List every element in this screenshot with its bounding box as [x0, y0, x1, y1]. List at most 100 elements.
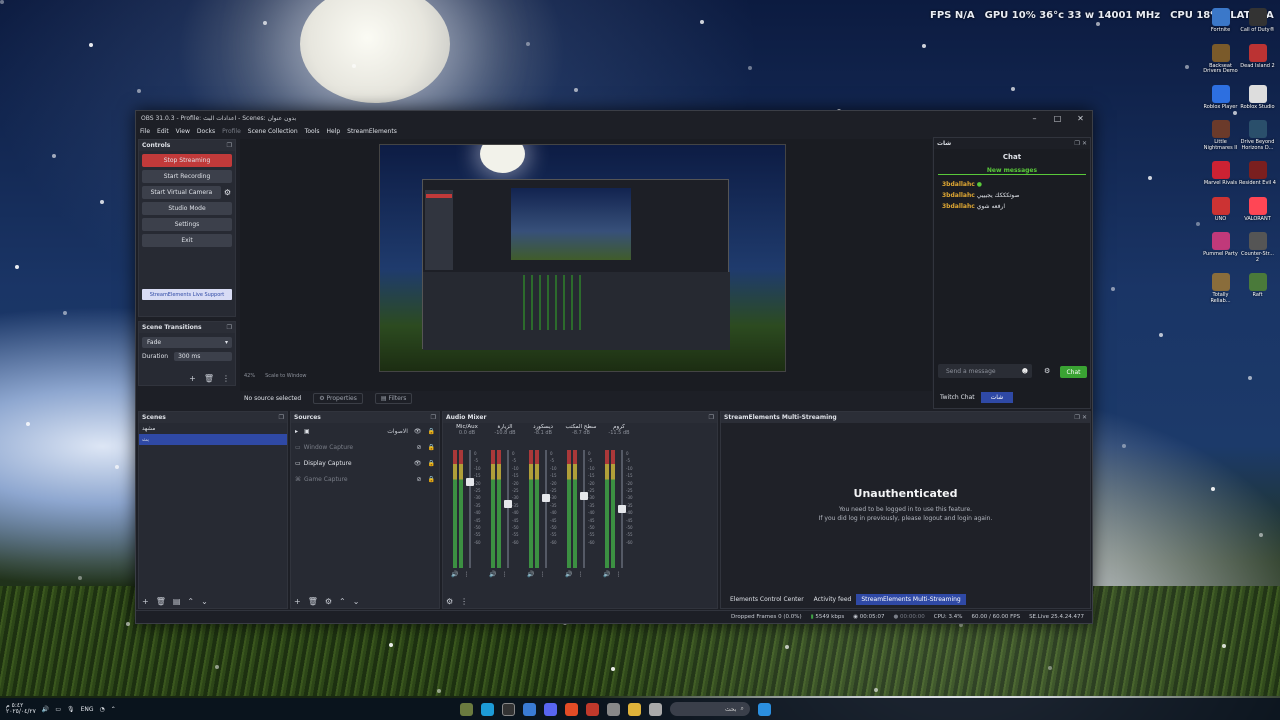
volume-fader[interactable]	[542, 450, 550, 568]
language-indicator[interactable]: ENG	[81, 706, 94, 713]
tab-elements-control-center[interactable]: Elements Control Center	[725, 594, 809, 605]
desktop-icon[interactable]: UNO	[1202, 196, 1239, 223]
menu-docks[interactable]: Docks	[197, 128, 215, 135]
up-icon[interactable]: ⌃	[339, 597, 346, 606]
transition-select[interactable]: Fade ▾	[142, 337, 232, 348]
windows-start-icon[interactable]	[757, 702, 771, 716]
properties-button[interactable]: ⚙ Properties	[313, 392, 363, 404]
tab-activity-feed[interactable]: Activity feed	[809, 594, 857, 605]
menu-view[interactable]: View	[176, 128, 190, 135]
desktop-icon[interactable]: Marvel Rivals	[1202, 161, 1239, 187]
browser-icon[interactable]	[564, 702, 578, 716]
dock-float-icon[interactable]: ❐	[227, 142, 232, 149]
desktop-icon[interactable]: Raft	[1239, 273, 1276, 304]
menu-edit[interactable]: Edit	[157, 128, 169, 135]
desktop-icon[interactable]: Drive Beyond Horizons D...	[1239, 120, 1276, 151]
volume-fader[interactable]	[466, 450, 474, 568]
trash-icon[interactable]: 🗑	[204, 374, 214, 383]
desktop-icon[interactable]: Backseat Drivers Demo	[1202, 43, 1239, 75]
add-icon[interactable]: +	[142, 597, 149, 606]
tab-twitch-chat[interactable]: Twitch Chat	[934, 392, 981, 403]
volume-icon[interactable]: 🔊	[42, 706, 49, 713]
more-icon[interactable]: ⋮	[222, 374, 230, 383]
desktop-icon[interactable]: Little Nightmares II	[1202, 120, 1239, 151]
desktop-icon[interactable]: Pummel Party	[1202, 232, 1239, 263]
scale-mode[interactable]: Scale to Window	[265, 373, 306, 379]
maximize-icon[interactable]: □	[1046, 114, 1069, 123]
add-icon[interactable]: +	[189, 374, 196, 383]
start-recording-button[interactable]: Start Recording	[142, 170, 232, 183]
mixer-settings-icon[interactable]: ⚙	[446, 597, 453, 606]
more-icon[interactable]: ⋮	[460, 597, 468, 606]
volume-fader[interactable]	[580, 450, 588, 568]
speaker-icon[interactable]: 🔊	[527, 571, 534, 578]
telegram-icon[interactable]	[480, 702, 494, 716]
source-item[interactable]: ⌘ Game Capture ⊘ 🔒	[291, 471, 439, 487]
tab-multi-streaming[interactable]: StreamElements Multi-Streaming	[856, 594, 966, 605]
desktop-icon[interactable]: Totally Reliab...	[1202, 273, 1239, 304]
scene-item-selected[interactable]: بث	[139, 434, 287, 445]
more-icon[interactable]: ⋮	[615, 571, 621, 578]
tab-chat[interactable]: شات	[980, 392, 1014, 403]
speaker-icon[interactable]: 🔊	[603, 571, 610, 578]
speaker-icon[interactable]: 🔊	[451, 571, 458, 578]
app-icon[interactable]	[648, 702, 662, 716]
down-icon[interactable]: ⌄	[201, 597, 208, 606]
app-icon[interactable]	[606, 702, 620, 716]
close-icon[interactable]: ✕	[1069, 114, 1092, 123]
network-icon[interactable]: ▭	[55, 706, 61, 713]
source-item[interactable]: ▭ Display Capture 👁 🔒	[291, 455, 439, 471]
source-item[interactable]: ▭ Window Capture ⊘ 🔒	[291, 439, 439, 455]
source-item[interactable]: ▸ ▣ الاصوات 👁 🔒	[291, 423, 439, 439]
chrome-icon[interactable]	[522, 702, 536, 716]
live-support-button[interactable]: StreamElements Live Support	[142, 289, 232, 300]
emoji-icon[interactable]: ☻	[1022, 368, 1028, 375]
stop-streaming-button[interactable]: Stop Streaming	[142, 154, 232, 167]
desktop-icon[interactable]: Dead Island 2	[1239, 43, 1276, 75]
filters-button[interactable]: ▤ Filters	[374, 392, 413, 404]
speaker-icon[interactable]: 🔊	[565, 571, 572, 578]
app-icon[interactable]	[459, 702, 473, 716]
scene-item[interactable]: مشهد	[139, 423, 287, 434]
desktop-icon[interactable]: Fortnite	[1202, 8, 1239, 34]
up-icon[interactable]: ⌃	[187, 597, 194, 606]
trash-icon[interactable]: 🗑	[308, 597, 318, 606]
dock-close-icon[interactable]: ❐ ✕	[1075, 140, 1088, 147]
more-icon[interactable]: ⋮	[539, 571, 545, 578]
dock-float-icon[interactable]: ❐	[709, 414, 714, 421]
more-icon[interactable]: ⋮	[463, 571, 469, 578]
desktop-icon[interactable]: Roblox Studio	[1239, 84, 1276, 111]
desktop-icon[interactable]: Counter-Str... 2	[1239, 232, 1276, 263]
desktop-icon[interactable]: Call of Duty®	[1239, 8, 1276, 34]
obs-icon[interactable]	[501, 702, 515, 716]
settings-button[interactable]: Settings	[142, 218, 232, 231]
chevron-up-icon[interactable]: ⌃	[111, 706, 116, 713]
discord-icon[interactable]	[543, 702, 557, 716]
mic-icon[interactable]: 🎙	[67, 706, 75, 713]
desktop-icon[interactable]: Resident Evil 4	[1239, 161, 1276, 187]
minimize-icon[interactable]: –	[1023, 114, 1046, 123]
exit-button[interactable]: Exit	[142, 234, 232, 247]
menu-help[interactable]: Help	[326, 128, 340, 135]
dock-float-icon[interactable]: ❐	[227, 324, 232, 331]
search-box[interactable]: بحث ⌕	[669, 702, 750, 716]
trash-icon[interactable]: 🗑	[156, 597, 166, 606]
wifi-icon[interactable]: ◔	[100, 706, 105, 713]
dock-float-icon[interactable]: ❐	[431, 414, 436, 421]
down-icon[interactable]: ⌄	[353, 597, 360, 606]
duration-input[interactable]: 300 ms	[174, 352, 232, 361]
clock[interactable]: ٥:٤٢ م ٢٠٢٥/٠٤/٢٧	[6, 703, 36, 715]
chat-send-button[interactable]: Chat	[1060, 366, 1087, 378]
desktop-icon[interactable]: VALORANT	[1239, 196, 1276, 223]
menu-streamelements[interactable]: StreamElements	[347, 128, 397, 135]
speaker-icon[interactable]: 🔊	[489, 571, 496, 578]
studio-mode-button[interactable]: Studio Mode	[142, 202, 232, 215]
menu-scene-collection[interactable]: Scene Collection	[248, 128, 298, 135]
start-virtual-camera-button[interactable]: Start Virtual Camera	[142, 186, 221, 199]
more-icon[interactable]: ⋮	[577, 571, 583, 578]
chat-input[interactable]: Send a message ☻	[938, 364, 1032, 378]
volume-fader[interactable]	[504, 450, 512, 568]
dock-float-icon[interactable]: ❐	[279, 414, 284, 421]
menu-file[interactable]: File	[140, 128, 150, 135]
folder-icon[interactable]	[627, 702, 641, 716]
